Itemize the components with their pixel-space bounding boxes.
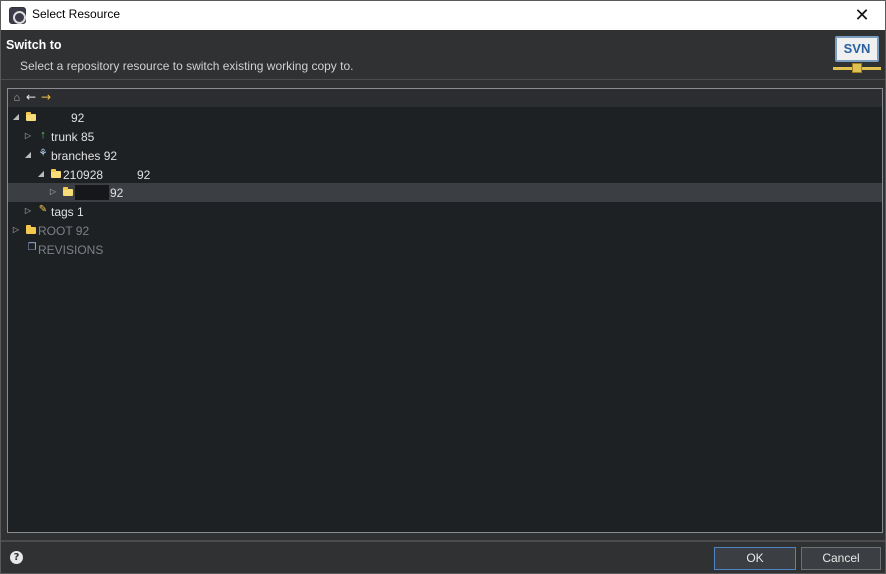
dialog-header: Switch to Select a repository resource t… — [1, 30, 885, 80]
collapse-icon[interactable]: ◢ — [23, 149, 33, 161]
tree-item-label: 92 — [71, 111, 85, 125]
cancel-button[interactable]: Cancel — [801, 547, 881, 570]
collapse-icon[interactable]: ◢ — [11, 111, 21, 123]
header-title: Switch to — [6, 38, 62, 52]
tree-item-label: 92 — [110, 186, 124, 200]
branches-icon: ⚘ — [38, 148, 48, 159]
back-arrow-icon[interactable]: ← — [24, 90, 38, 105]
folder-icon — [63, 187, 73, 196]
eclipse-app-icon — [9, 7, 26, 24]
tree-item-label: tags 1 — [51, 205, 84, 219]
repository-tree[interactable]: ⌂ ← → ◢ 92 ▷ ↑ trunk 85 ◢ ⚘ branches 92 … — [7, 88, 883, 533]
folder-icon — [26, 112, 36, 121]
tags-icon: ✎ — [38, 204, 48, 215]
title-bar: Select Resource ✕ — [1, 1, 885, 30]
select-resource-dialog: Select Resource ✕ Switch to Select a rep… — [0, 0, 886, 574]
window-title: Select Resource — [32, 7, 121, 21]
expand-icon[interactable]: ▷ — [23, 205, 33, 217]
tree-item-selected[interactable]: ▷ 92 — [8, 183, 882, 202]
header-description: Select a repository resource to switch e… — [20, 59, 354, 73]
tree-item-branches[interactable]: ◢ ⚘ branches 92 — [8, 146, 882, 165]
tree-item-branch-210928[interactable]: ◢ 210928 92 — [8, 165, 882, 184]
tree-toolbar: ⌂ ← → — [8, 89, 882, 107]
folder-icon — [51, 169, 61, 178]
forward-arrow-icon[interactable]: → — [39, 90, 53, 105]
home-icon[interactable]: ⌂ — [10, 90, 24, 105]
tree-item-revisions[interactable]: ❐ REVISIONS — [8, 240, 882, 259]
tree-item-label: trunk 85 — [51, 130, 95, 144]
close-icon[interactable]: ✕ — [839, 1, 885, 30]
svn-logo-text: SVN — [835, 36, 879, 62]
folder-icon — [26, 225, 36, 234]
tree-item-tags[interactable]: ▷ ✎ tags 1 — [8, 202, 882, 221]
help-icon[interactable]: ? — [10, 551, 23, 564]
tree-item-label: 210928 — [63, 168, 104, 182]
ok-button[interactable]: OK — [714, 547, 796, 570]
expand-icon[interactable]: ▷ — [23, 130, 33, 142]
tree-item-label: branches 92 — [51, 149, 118, 163]
tree-item-label: REVISIONS — [38, 243, 104, 257]
tree-item-trunk[interactable]: ▷ ↑ trunk 85 — [8, 127, 882, 146]
trunk-icon: ↑ — [40, 129, 46, 141]
expand-icon[interactable]: ▷ — [11, 224, 21, 236]
tree-item-root[interactable]: ▷ ROOT 92 — [8, 221, 882, 240]
tree-item-label: ROOT 92 — [38, 224, 90, 238]
collapse-icon[interactable]: ◢ — [36, 168, 46, 180]
tree-item-repository[interactable]: ◢ 92 — [8, 108, 882, 127]
expand-icon[interactable]: ▷ — [48, 186, 58, 198]
tree-item-label-suffix: 92 — [137, 168, 151, 182]
revisions-icon: ❐ — [27, 242, 37, 253]
footer-divider — [1, 540, 885, 542]
svn-logo-icon: SVN — [833, 34, 881, 74]
